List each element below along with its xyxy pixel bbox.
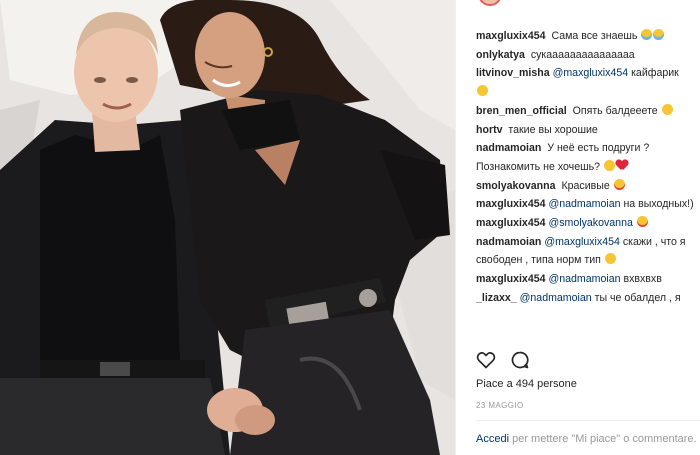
comment-text: вхвхвхв xyxy=(620,273,662,286)
comment-mention[interactable]: @nadmamoian xyxy=(520,292,592,304)
comment-text: ты че обалдел , я xyxy=(591,291,681,304)
comment-list: maxgluxix454 Сама все знаешь onlykatya с… xyxy=(476,27,700,308)
header-strip xyxy=(456,0,700,10)
comment-item: smolyakovanna Красивые xyxy=(476,177,700,196)
comment-username[interactable]: maxgluxix454 xyxy=(476,198,546,210)
divider xyxy=(476,420,700,421)
comment-item: litvinov_misha @maxgluxix454 кайфарик xyxy=(476,64,700,101)
comment-item: maxgluxix454 @smolyakovanna xyxy=(476,214,700,233)
comment-mention[interactable]: @maxgluxix454 xyxy=(544,236,620,248)
comment-mention[interactable]: @nadmamoian xyxy=(549,273,621,285)
comment-username[interactable]: maxgluxix454 xyxy=(476,30,546,42)
comment-item: maxgluxix454 @nadmamoian на выходных!) xyxy=(476,195,700,214)
login-link[interactable]: Accedi xyxy=(476,433,509,445)
laughing-emoji-icon xyxy=(603,159,615,171)
comment-item: maxgluxix454 Сама все знаешь xyxy=(476,27,700,46)
likes-count[interactable]: Piace a 494 persone xyxy=(476,378,577,390)
photo-illustration xyxy=(0,0,455,455)
comment-item: nadmamoian @maxgluxix454 скажи , что я св… xyxy=(476,233,700,270)
comment-username[interactable]: litvinov_misha xyxy=(476,67,550,79)
heart-eyes-emoji-icon xyxy=(613,178,625,190)
laughing-emoji-icon xyxy=(604,253,616,265)
heart-emoji-icon xyxy=(616,160,628,171)
comment-username[interactable]: bren_men_official xyxy=(476,105,567,117)
comment-username[interactable]: _lizaxx_ xyxy=(476,292,517,304)
comment-username[interactable]: smolyakovanna xyxy=(476,180,556,192)
laughing-emoji-icon xyxy=(477,85,488,97)
comment-mention[interactable]: @nadmamoian xyxy=(549,198,621,210)
comment-text: на выходных!) xyxy=(620,198,694,211)
comment-item: nadmamoian У неё есть подруги ? Познаком… xyxy=(476,139,700,176)
login-prompt-text: per mettere "Mi piace" o commentare. xyxy=(509,433,697,445)
comment-mention[interactable]: @smolyakovanna xyxy=(549,217,633,229)
comment-username[interactable]: nadmamoian xyxy=(476,236,541,248)
comment-mention[interactable]: @maxgluxix454 xyxy=(553,67,629,79)
laughing-emoji-icon xyxy=(661,103,673,115)
comment-username[interactable]: hortv xyxy=(476,124,502,136)
login-prompt: Accedi per mettere "Mi piace" o commenta… xyxy=(476,432,700,446)
comment-text: кайфарик xyxy=(628,67,679,80)
comment-text: Сама все знаешь xyxy=(548,30,638,42)
speech-bubble-icon[interactable] xyxy=(510,350,530,370)
comment-item: bren_men_official Опять балдееете xyxy=(476,102,700,121)
comment-text: такие вы хорошие xyxy=(505,123,598,136)
comment-text: сукааааааааааааааа xyxy=(527,48,635,61)
comment-text: Опять балдееете xyxy=(569,104,658,117)
comment-item: _lizaxx_ @nadmamoian ты че обалдел , я xyxy=(476,289,700,308)
comment-item: maxgluxix454 @nadmamoian вхвхвхв xyxy=(476,270,700,289)
heart-eyes-emoji-icon xyxy=(636,216,648,228)
comment-username[interactable]: nadmamoian xyxy=(476,142,541,154)
crying-emoji-icon xyxy=(653,29,665,40)
comment-text: Красивые xyxy=(558,179,610,192)
heart-outline-icon[interactable] xyxy=(476,350,496,370)
avatar[interactable] xyxy=(478,0,502,6)
comment-username[interactable]: onlykatya xyxy=(476,49,525,61)
comment-item: hortv такие вы хорошие xyxy=(476,121,700,140)
crying-emoji-icon xyxy=(641,29,653,40)
action-bar xyxy=(476,350,686,370)
post-photo[interactable] xyxy=(0,0,455,455)
post-date: 23 MAGGIO xyxy=(476,401,524,410)
comments-panel: maxgluxix454 Сама все знаешь onlykatya с… xyxy=(455,0,700,455)
comment-username[interactable]: maxgluxix454 xyxy=(476,217,546,229)
comment-username[interactable]: maxgluxix454 xyxy=(476,273,546,285)
comment-item: onlykatya сукааааааааааааааа xyxy=(476,46,700,65)
